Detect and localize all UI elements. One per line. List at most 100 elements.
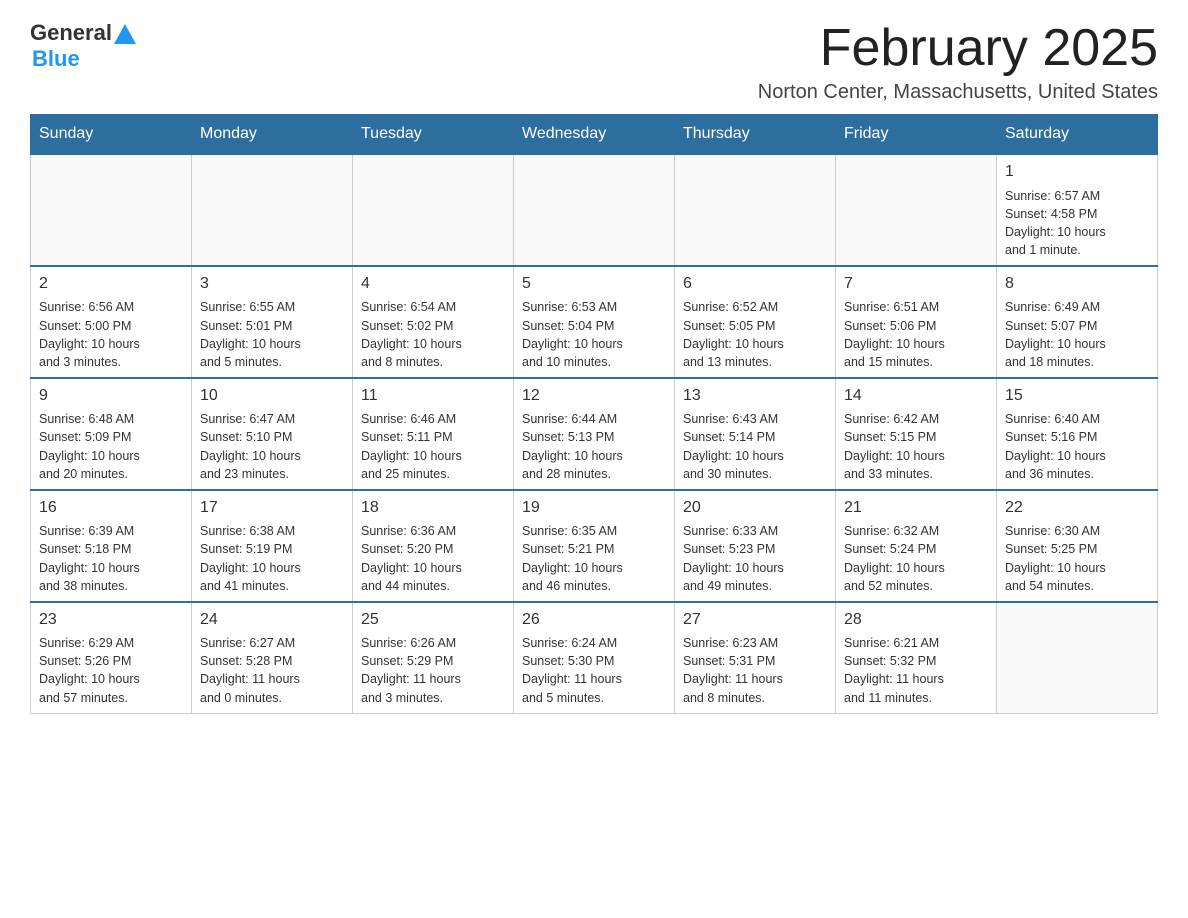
calendar-cell: 19 Sunrise: 6:35 AM Sunset: 5:21 PM Dayli… [514,490,675,602]
day-number: 11 [361,385,505,407]
day-info: Sunrise: 6:54 AM Sunset: 5:02 PM Dayligh… [361,298,505,371]
calendar-cell: 24 Sunrise: 6:27 AM Sunset: 5:28 PM Dayli… [192,602,353,713]
calendar-cell [997,602,1158,713]
day-info: Sunrise: 6:33 AM Sunset: 5:23 PM Dayligh… [683,522,827,595]
day-info: Sunrise: 6:46 AM Sunset: 5:11 PM Dayligh… [361,410,505,483]
day-info: Sunrise: 6:47 AM Sunset: 5:10 PM Dayligh… [200,410,344,483]
calendar-cell: 14 Sunrise: 6:42 AM Sunset: 5:15 PM Dayli… [836,378,997,490]
calendar-cell [514,154,675,266]
logo: General Blue [30,20,136,72]
day-number: 6 [683,273,827,295]
calendar-cell: 11 Sunrise: 6:46 AM Sunset: 5:11 PM Dayli… [353,378,514,490]
header-saturday: Saturday [997,115,1158,155]
calendar-cell: 3 Sunrise: 6:55 AM Sunset: 5:01 PM Daylig… [192,266,353,378]
week-row-4: 16Sunrise: 6:39 AM Sunset: 5:18 PM Dayli… [31,490,1158,602]
calendar-table: SundayMondayTuesdayWednesdayThursdayFrid… [30,114,1158,713]
day-info: Sunrise: 6:32 AM Sunset: 5:24 PM Dayligh… [844,522,988,595]
day-number: 20 [683,497,827,519]
logo-blue-text: Blue [32,46,80,71]
day-info: Sunrise: 6:21 AM Sunset: 5:32 PM Dayligh… [844,634,988,707]
header-tuesday: Tuesday [353,115,514,155]
calendar-cell: 23 Sunrise: 6:29 AM Sunset: 5:26 PM Dayli… [31,602,192,713]
day-number: 17 [200,497,344,519]
day-number: 5 [522,273,666,295]
day-number: 23 [39,609,183,631]
day-info: Sunrise: 6:56 AM Sunset: 5:00 PM Dayligh… [39,298,183,371]
day-number: 25 [361,609,505,631]
logo-general-text: General [30,20,112,46]
day-info: Sunrise: 6:35 AM Sunset: 5:21 PM Dayligh… [522,522,666,595]
day-info: Sunrise: 6:42 AM Sunset: 5:15 PM Dayligh… [844,410,988,483]
calendar-cell: 6 Sunrise: 6:52 AM Sunset: 5:05 PM Daylig… [675,266,836,378]
header-wednesday: Wednesday [514,115,675,155]
day-number: 12 [522,385,666,407]
calendar-cell [192,154,353,266]
day-info: Sunrise: 6:52 AM Sunset: 5:05 PM Dayligh… [683,298,827,371]
day-number: 3 [200,273,344,295]
day-info: Sunrise: 6:55 AM Sunset: 5:01 PM Dayligh… [200,298,344,371]
calendar-cell: 7Sunrise: 6:51 AM Sunset: 5:06 PM Daylig… [836,266,997,378]
calendar-cell: 27 Sunrise: 6:23 AM Sunset: 5:31 PM Dayli… [675,602,836,713]
day-info: Sunrise: 6:40 AM Sunset: 5:16 PM Dayligh… [1005,410,1149,483]
calendar-cell: 8Sunrise: 6:49 AM Sunset: 5:07 PM Daylig… [997,266,1158,378]
day-info: Sunrise: 6:26 AM Sunset: 5:29 PM Dayligh… [361,634,505,707]
page-header: General Blue February 2025 Norton Center… [30,20,1158,104]
day-info: Sunrise: 6:44 AM Sunset: 5:13 PM Dayligh… [522,410,666,483]
calendar-cell: 10 Sunrise: 6:47 AM Sunset: 5:10 PM Dayli… [192,378,353,490]
day-info: Sunrise: 6:36 AM Sunset: 5:20 PM Dayligh… [361,522,505,595]
day-number: 7 [844,273,988,295]
day-number: 1 [1005,161,1149,183]
month-title: February 2025 [758,20,1158,77]
day-info: Sunrise: 6:38 AM Sunset: 5:19 PM Dayligh… [200,522,344,595]
calendar-cell [675,154,836,266]
calendar-cell: 4Sunrise: 6:54 AM Sunset: 5:02 PM Daylig… [353,266,514,378]
day-info: Sunrise: 6:57 AM Sunset: 4:58 PM Dayligh… [1005,187,1149,260]
day-number: 13 [683,385,827,407]
calendar-cell: 9Sunrise: 6:48 AM Sunset: 5:09 PM Daylig… [31,378,192,490]
calendar-cell: 21 Sunrise: 6:32 AM Sunset: 5:24 PM Dayli… [836,490,997,602]
day-info: Sunrise: 6:27 AM Sunset: 5:28 PM Dayligh… [200,634,344,707]
day-number: 9 [39,385,183,407]
calendar-cell: 16Sunrise: 6:39 AM Sunset: 5:18 PM Dayli… [31,490,192,602]
header-sunday: Sunday [31,115,192,155]
day-number: 16 [39,497,183,519]
week-row-5: 23 Sunrise: 6:29 AM Sunset: 5:26 PM Dayli… [31,602,1158,713]
calendar-cell: 1 Sunrise: 6:57 AM Sunset: 4:58 PM Daylig… [997,154,1158,266]
day-number: 10 [200,385,344,407]
logo-triangle-icon [114,24,136,44]
day-number: 14 [844,385,988,407]
header-monday: Monday [192,115,353,155]
day-info: Sunrise: 6:43 AM Sunset: 5:14 PM Dayligh… [683,410,827,483]
calendar-cell: 2 Sunrise: 6:56 AM Sunset: 5:00 PM Daylig… [31,266,192,378]
calendar-cell: 20 Sunrise: 6:33 AM Sunset: 5:23 PM Dayli… [675,490,836,602]
day-number: 18 [361,497,505,519]
day-number: 27 [683,609,827,631]
calendar-cell: 18 Sunrise: 6:36 AM Sunset: 5:20 PM Dayli… [353,490,514,602]
day-number: 15 [1005,385,1149,407]
week-row-2: 2 Sunrise: 6:56 AM Sunset: 5:00 PM Daylig… [31,266,1158,378]
day-number: 22 [1005,497,1149,519]
title-section: February 2025 Norton Center, Massachuset… [758,20,1158,104]
day-number: 26 [522,609,666,631]
day-number: 21 [844,497,988,519]
day-number: 19 [522,497,666,519]
calendar-cell: 12 Sunrise: 6:44 AM Sunset: 5:13 PM Dayli… [514,378,675,490]
calendar-cell: 13 Sunrise: 6:43 AM Sunset: 5:14 PM Dayli… [675,378,836,490]
calendar-cell [31,154,192,266]
calendar-cell: 22 Sunrise: 6:30 AM Sunset: 5:25 PM Dayli… [997,490,1158,602]
day-number: 28 [844,609,988,631]
day-number: 2 [39,273,183,295]
calendar-cell [836,154,997,266]
day-info: Sunrise: 6:24 AM Sunset: 5:30 PM Dayligh… [522,634,666,707]
day-number: 24 [200,609,344,631]
calendar-cell: 17 Sunrise: 6:38 AM Sunset: 5:19 PM Dayli… [192,490,353,602]
calendar-cell: 28 Sunrise: 6:21 AM Sunset: 5:32 PM Dayli… [836,602,997,713]
calendar-cell: 25 Sunrise: 6:26 AM Sunset: 5:29 PM Dayli… [353,602,514,713]
week-row-3: 9Sunrise: 6:48 AM Sunset: 5:09 PM Daylig… [31,378,1158,490]
day-info: Sunrise: 6:30 AM Sunset: 5:25 PM Dayligh… [1005,522,1149,595]
calendar-cell: 5Sunrise: 6:53 AM Sunset: 5:04 PM Daylig… [514,266,675,378]
week-row-1: 1 Sunrise: 6:57 AM Sunset: 4:58 PM Daylig… [31,154,1158,266]
day-info: Sunrise: 6:23 AM Sunset: 5:31 PM Dayligh… [683,634,827,707]
day-info: Sunrise: 6:49 AM Sunset: 5:07 PM Dayligh… [1005,298,1149,371]
day-info: Sunrise: 6:29 AM Sunset: 5:26 PM Dayligh… [39,634,183,707]
